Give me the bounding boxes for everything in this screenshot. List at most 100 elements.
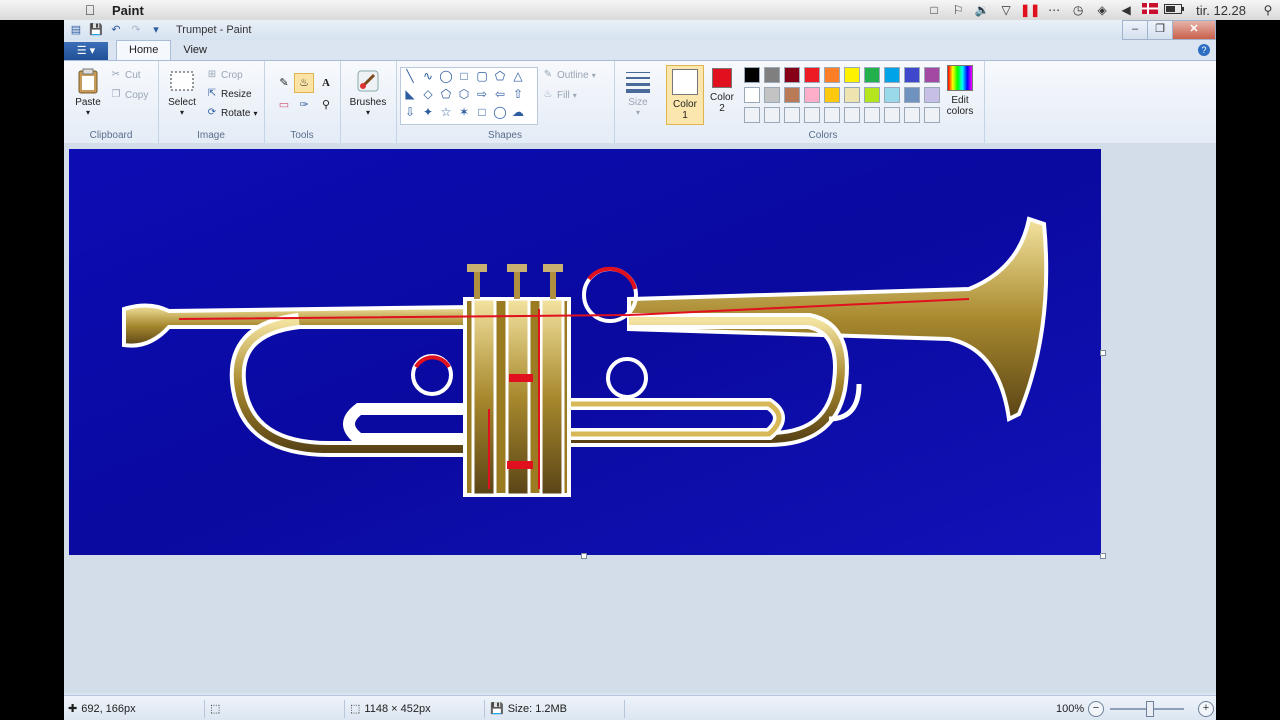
palette-color-swatch[interactable] bbox=[804, 67, 820, 83]
palette-color-swatch[interactable] bbox=[804, 87, 820, 103]
custom-color-slot[interactable] bbox=[764, 107, 780, 123]
wifi-icon[interactable]: ◈ bbox=[1090, 3, 1114, 17]
palette-color-swatch[interactable] bbox=[784, 67, 800, 83]
resize-handle-corner[interactable] bbox=[1100, 553, 1106, 559]
tab-view[interactable]: View bbox=[171, 41, 219, 60]
save-icon[interactable]: 💾 bbox=[88, 22, 104, 38]
trumpet-image-canvas[interactable] bbox=[69, 149, 1101, 555]
outline-button[interactable]: ✎ Outline ▾ bbox=[542, 69, 596, 81]
speaker-icon[interactable]: ◀ bbox=[1114, 3, 1138, 17]
palette-color-swatch[interactable] bbox=[904, 67, 920, 83]
dk-flag-icon[interactable] bbox=[1138, 3, 1162, 17]
palette-color-swatch[interactable] bbox=[884, 67, 900, 83]
custom-color-slot[interactable] bbox=[864, 107, 880, 123]
rectangle-shape-icon[interactable]: □ bbox=[455, 68, 473, 85]
apple-icon[interactable]:  bbox=[80, 2, 100, 18]
app-menu-name[interactable]: Paint bbox=[112, 3, 144, 18]
flag-icon[interactable]: ⚐ bbox=[946, 3, 970, 17]
help-icon[interactable]: ? bbox=[1198, 44, 1210, 56]
diamond-shape-icon[interactable]: ◇ bbox=[419, 86, 437, 103]
hexagon-shape-icon[interactable]: ⬡ bbox=[455, 86, 473, 103]
right-triangle-shape-icon[interactable]: ◣ bbox=[401, 86, 419, 103]
minimize-button[interactable]: – bbox=[1122, 20, 1148, 40]
copy-button[interactable]: ❐ Copy bbox=[110, 89, 149, 101]
fill-bucket-icon[interactable]: ♨ bbox=[294, 73, 314, 93]
oval-shape-icon[interactable]: ◯ bbox=[437, 68, 455, 85]
cloud-callout-shape-icon[interactable]: ☁ bbox=[509, 104, 527, 121]
file-menu-button[interactable]: ☰ ▾ bbox=[64, 42, 108, 60]
palette-color-swatch[interactable] bbox=[864, 87, 880, 103]
palette-color-swatch[interactable] bbox=[764, 67, 780, 83]
palette-color-swatch[interactable] bbox=[824, 67, 840, 83]
edit-colors-button[interactable]: Edit colors bbox=[942, 65, 978, 117]
palette-color-swatch[interactable] bbox=[924, 87, 940, 103]
palette-color-swatch[interactable] bbox=[744, 87, 760, 103]
palette-color-swatch[interactable] bbox=[844, 67, 860, 83]
size-button[interactable]: Size ▾ bbox=[620, 67, 656, 117]
pentagon-shape-icon[interactable]: ⬠ bbox=[437, 86, 455, 103]
battery-icon[interactable] bbox=[1162, 3, 1186, 17]
eraser-icon[interactable]: ▭ bbox=[274, 95, 294, 115]
history-icon[interactable]: ◷ bbox=[1066, 3, 1090, 17]
select-button[interactable]: Select ▾ bbox=[164, 67, 200, 117]
palette-color-swatch[interactable] bbox=[884, 87, 900, 103]
close-button[interactable]: ✕ bbox=[1172, 20, 1216, 40]
menubar-clock[interactable]: tir. 12.28 bbox=[1186, 3, 1256, 18]
custom-color-slot[interactable] bbox=[904, 107, 920, 123]
maximize-button[interactable]: ❐ bbox=[1147, 20, 1173, 40]
fill-button[interactable]: ♨ Fill ▾ bbox=[542, 89, 577, 101]
redo-icon[interactable]: ↷ bbox=[128, 22, 144, 38]
palette-color-swatch[interactable] bbox=[844, 87, 860, 103]
four-point-star-shape-icon[interactable]: ✦ bbox=[419, 104, 437, 121]
custom-color-slot[interactable] bbox=[804, 107, 820, 123]
oval-callout-shape-icon[interactable]: ◯ bbox=[491, 104, 509, 121]
polygon-shape-icon[interactable]: ⬠ bbox=[491, 68, 509, 85]
zoom-out-button[interactable]: − bbox=[1088, 701, 1104, 717]
color-picker-icon[interactable]: ✑ bbox=[294, 95, 314, 115]
palette-color-swatch[interactable] bbox=[864, 67, 880, 83]
rotate-button[interactable]: ⟳ Rotate ▾ bbox=[206, 107, 258, 119]
customize-qat-icon[interactable]: ▾ bbox=[148, 22, 164, 38]
paste-button[interactable]: Paste ▾ bbox=[70, 67, 106, 117]
tab-home[interactable]: Home bbox=[116, 40, 172, 60]
resize-button[interactable]: ⇱ Resize bbox=[206, 88, 252, 100]
pencil-icon[interactable]: ✎ bbox=[274, 73, 294, 93]
resize-handle-bottom[interactable] bbox=[581, 553, 587, 559]
right-arrow-shape-icon[interactable]: ⇨ bbox=[473, 86, 491, 103]
six-point-star-shape-icon[interactable]: ✶ bbox=[455, 104, 473, 121]
rounded-callout-shape-icon[interactable]: □ bbox=[473, 104, 491, 121]
zoom-slider-thumb[interactable] bbox=[1146, 701, 1154, 717]
custom-color-slot[interactable] bbox=[824, 107, 840, 123]
down-arrow-shape-icon[interactable]: ⇩ bbox=[401, 104, 419, 121]
resize-handle-right[interactable] bbox=[1100, 350, 1106, 356]
palette-color-swatch[interactable] bbox=[924, 67, 940, 83]
palette-color-swatch[interactable] bbox=[784, 87, 800, 103]
custom-color-slot[interactable] bbox=[784, 107, 800, 123]
palette-color-swatch[interactable] bbox=[904, 87, 920, 103]
palette-color-swatch[interactable] bbox=[764, 87, 780, 103]
up-arrow-shape-icon[interactable]: ⇧ bbox=[509, 86, 527, 103]
custom-color-slot[interactable] bbox=[884, 107, 900, 123]
line-shape-icon[interactable]: ╲ bbox=[401, 68, 419, 85]
text-tool-icon[interactable]: A bbox=[316, 73, 336, 93]
dots-icon[interactable]: ⋯ bbox=[1042, 3, 1066, 17]
undo-icon[interactable]: ↶ bbox=[108, 22, 124, 38]
rounded-rectangle-shape-icon[interactable]: ▢ bbox=[473, 68, 491, 85]
custom-color-slot[interactable] bbox=[744, 107, 760, 123]
palette-color-swatch[interactable] bbox=[824, 87, 840, 103]
palette-color-swatch[interactable] bbox=[744, 67, 760, 83]
brushes-button[interactable]: Brushes ▾ bbox=[346, 67, 390, 117]
zoom-in-button[interactable]: + bbox=[1198, 701, 1214, 717]
color2-button[interactable]: Color 2 bbox=[704, 65, 740, 123]
left-arrow-shape-icon[interactable]: ⇦ bbox=[491, 86, 509, 103]
canvas-workspace[interactable] bbox=[64, 143, 1216, 693]
cut-button[interactable]: ✂ Cut bbox=[110, 69, 141, 81]
search-icon[interactable]: ⚲ bbox=[1256, 3, 1280, 17]
camera-icon[interactable]: □ bbox=[922, 3, 946, 17]
triangle-icon[interactable]: ▽ bbox=[994, 3, 1018, 17]
magnifier-icon[interactable]: ⚲ bbox=[316, 95, 336, 115]
pause-icon[interactable]: ❚❚ bbox=[1018, 3, 1042, 17]
custom-color-slot[interactable] bbox=[844, 107, 860, 123]
crop-button[interactable]: ⊞ Crop bbox=[206, 69, 243, 81]
curve-shape-icon[interactable]: ∿ bbox=[419, 68, 437, 85]
